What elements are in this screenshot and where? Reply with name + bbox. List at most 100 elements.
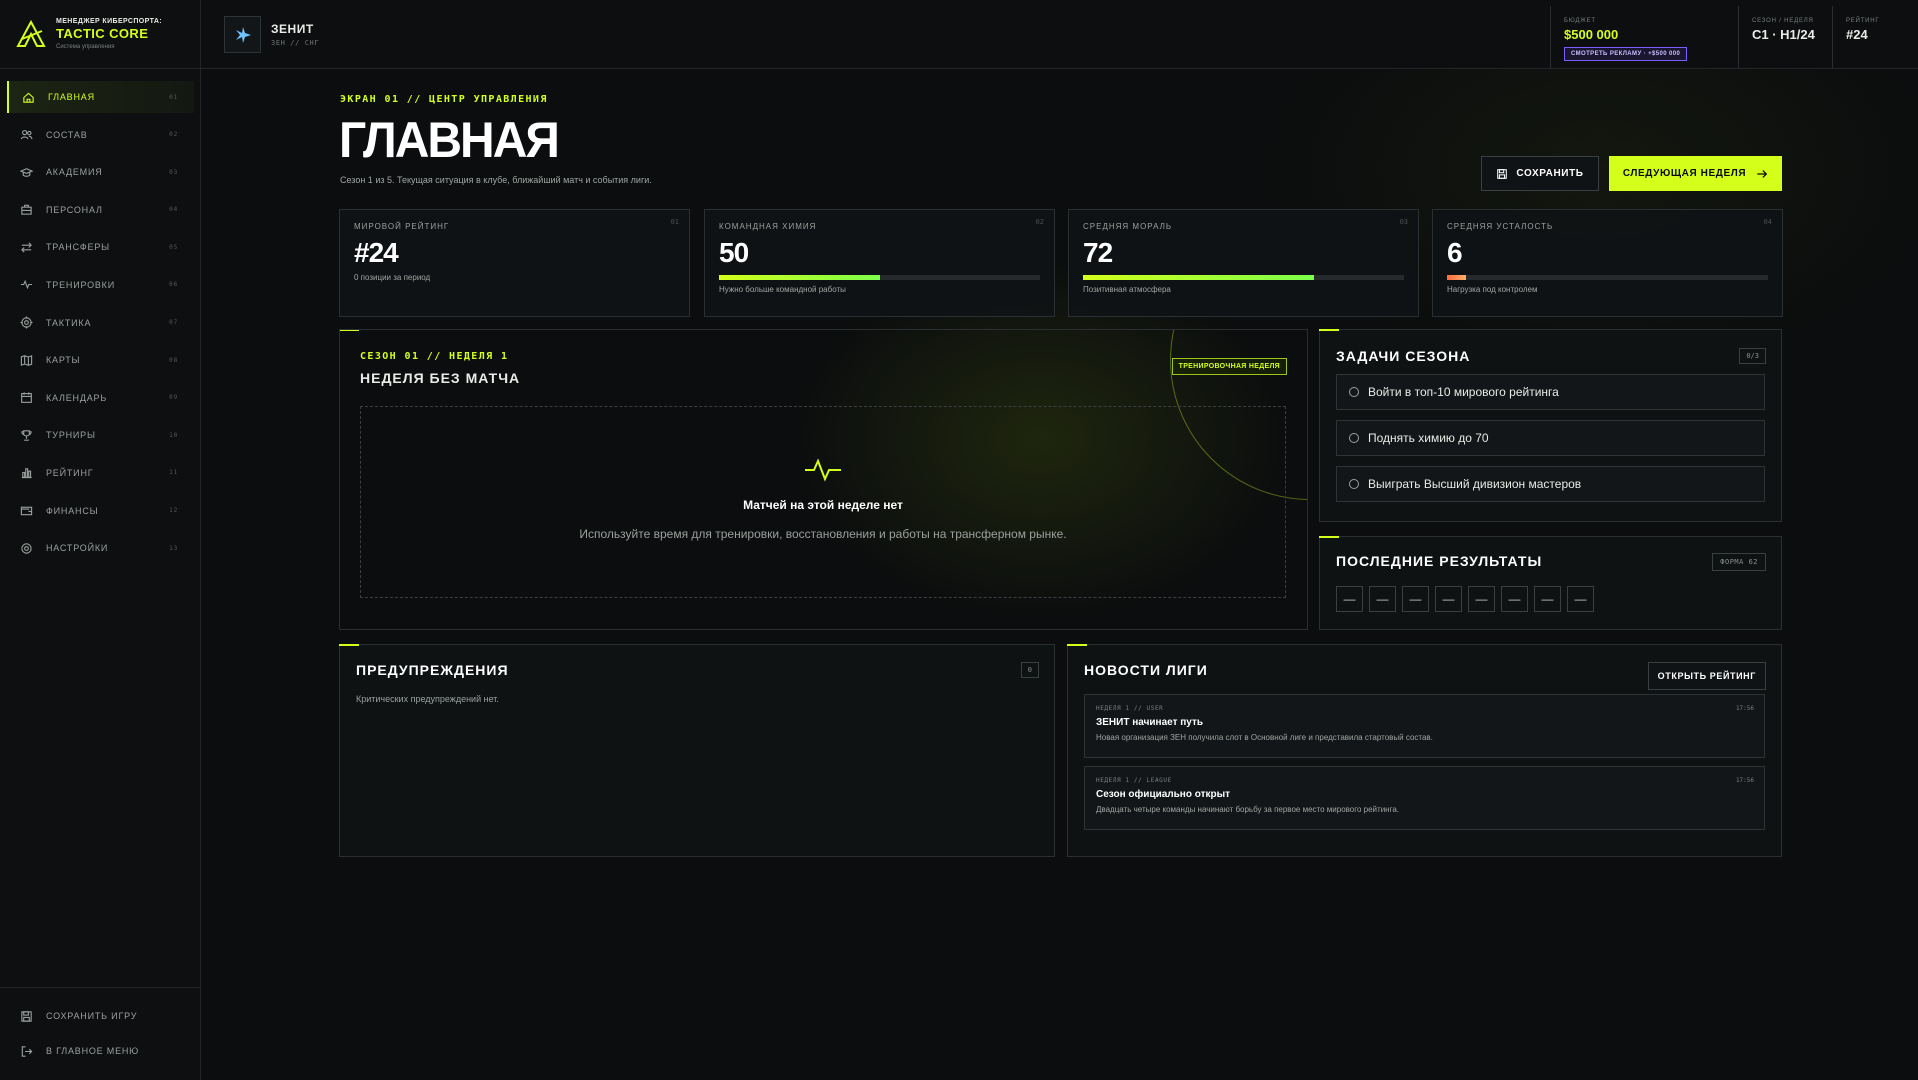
next-week-label: СЛЕДУЮЩАЯ НЕДЕЛЯ	[1622, 168, 1747, 179]
sidebar-item-roster[interactable]: СОСТАВ 02	[7, 119, 194, 151]
arrow-right-icon	[1757, 169, 1768, 178]
sidebar-item-calendar[interactable]: КАЛЕНДАРЬ 09	[7, 382, 194, 414]
kpi-number: 04	[1763, 218, 1772, 226]
warnings-count-badge: 0	[1020, 662, 1039, 678]
season-label: СЕЗОН / НЕДЕЛЯ	[1752, 18, 1814, 24]
rating-label: РЕЙТИНГ	[1846, 18, 1880, 24]
sidebar-item-home[interactable]: ГЛАВНАЯ 01	[7, 81, 194, 113]
kpi-note: Позитивная атмосфера	[1083, 285, 1171, 294]
season-block: СЕЗОН / НЕДЕЛЯ С1 · Н1/24	[1738, 6, 1832, 68]
warnings-title: ПРЕДУПРЕЖДЕНИЯ	[356, 662, 509, 678]
save-icon	[1497, 168, 1508, 179]
budget-label: БЮДЖЕТ	[1564, 18, 1596, 24]
result-box: —	[1369, 586, 1396, 612]
league-news-panel: НОВОСТИ ЛИГИ ОТКРЫТЬ РЕЙТИНГ НЕДЕЛЯ 1 //…	[1067, 644, 1782, 857]
result-box: —	[1567, 586, 1594, 612]
goal-item[interactable]: Поднять химию до 70	[1336, 420, 1765, 456]
sidebar-item-number: 06	[169, 281, 178, 289]
sidebar-item-tactics[interactable]: ТАКТИКА 07	[7, 307, 194, 339]
sidebar-item-rating[interactable]: РЕЙТИНГ 11	[7, 457, 194, 489]
result-box: —	[1534, 586, 1561, 612]
sidebar-item-staff[interactable]: ПЕРСОНАЛ 04	[7, 194, 194, 226]
sidebar: МЕНЕДЖЕР КИБЕРСПОРТА: TACTIC CORE Систем…	[0, 0, 201, 1080]
page-title: ГЛАВНАЯ	[339, 112, 560, 169]
transfer-icon	[19, 240, 33, 254]
result-box: —	[1501, 586, 1528, 612]
main-menu-button[interactable]: В ГЛАВНОЕ МЕНЮ	[7, 1035, 194, 1067]
main-content: ЭКРАН 01 // ЦЕНТР УПРАВЛЕНИЯ ГЛАВНАЯ Сез…	[201, 69, 1918, 1080]
sidebar-item-academy[interactable]: АКАДЕМИЯ 03	[7, 156, 194, 188]
kpi-world-rating: МИРОВОЙ РЕЙТИНГ 01 #24 0 позиции за пери…	[339, 209, 690, 317]
budget-block: БЮДЖЕТ $500 000 СМОТРЕТЬ РЕКЛАМУ · +$500…	[1550, 6, 1738, 68]
panel-accent	[340, 330, 359, 331]
kpi-team-chemistry: КОМАНДНАЯ ХИМИЯ 02 50 Нужно больше коман…	[704, 209, 1055, 317]
kpi-number: 01	[670, 218, 679, 226]
club-logo-icon	[224, 16, 261, 53]
goal-text: Выиграть Высший дивизион мастеров	[1368, 477, 1582, 491]
kpi-number: 02	[1035, 218, 1044, 226]
result-box: —	[1468, 586, 1495, 612]
news-item[interactable]: НЕДЕЛЯ 1 // LEAGUE 17:56 Сезон официальн…	[1084, 766, 1765, 830]
no-match-subtitle: Используйте время для тренировки, восста…	[579, 527, 1067, 541]
watch-ad-button[interactable]: СМОТРЕТЬ РЕКЛАМУ · +$500 000	[1564, 47, 1688, 61]
kpi-label: СРЕДНЯЯ МОРАЛЬ	[1083, 222, 1173, 231]
logout-icon	[19, 1044, 33, 1058]
sidebar-item-number: 13	[169, 544, 178, 552]
kpi-label: СРЕДНЯЯ УСТАЛОСТЬ	[1447, 222, 1554, 231]
goal-item[interactable]: Войти в топ-10 мирового рейтинга	[1336, 374, 1765, 410]
page-subtitle: Сезон 1 из 5. Текущая ситуация в клубе, …	[340, 175, 652, 185]
sidebar-item-number: 09	[169, 394, 178, 402]
sidebar-item-maps[interactable]: КАРТЫ 08	[7, 344, 194, 376]
bar-chart-icon	[19, 466, 33, 480]
home-icon	[21, 90, 35, 104]
kpi-progress-fill	[1083, 275, 1315, 280]
radio-icon	[1349, 387, 1359, 397]
kpi-progress-bar	[1447, 275, 1768, 280]
sidebar-item-number: 10	[169, 431, 178, 439]
sidebar-item-tournaments[interactable]: ТУРНИРЫ 10	[7, 419, 194, 451]
open-rating-button[interactable]: ОТКРЫТЬ РЕЙТИНГ	[1647, 662, 1766, 690]
brand-tagline: Система управления	[56, 44, 115, 50]
sidebar-item-label: АКАДЕМИЯ	[46, 167, 103, 178]
week-panel: СЕЗОН 01 // НЕДЕЛЯ 1 НЕДЕЛЯ БЕЗ МАТЧА ТР…	[339, 329, 1308, 630]
training-week-badge: ТРЕНИРОВОЧНАЯ НЕДЕЛЯ	[1171, 358, 1287, 375]
kpi-note: Нужно больше командной работы	[719, 285, 846, 294]
save-game-label: СОХРАНИТЬ ИГРУ	[46, 1011, 138, 1021]
season-goals-panel: ЗАДАЧИ СЕЗОНА 0/3 Войти в топ-10 мировог…	[1319, 329, 1782, 522]
rating-block: РЕЙТИНГ #24	[1832, 6, 1918, 68]
goal-text: Войти в топ-10 мирового рейтинга	[1368, 385, 1559, 399]
sidebar-item-settings[interactable]: НАСТРОЙКИ 13	[7, 532, 194, 564]
no-match-title: Матчей на этой неделе нет	[743, 498, 903, 512]
calendar-icon	[19, 391, 33, 405]
graduation-icon	[19, 165, 33, 179]
kpi-average-morale: СРЕДНЯЯ МОРАЛЬ 03 72 Позитивная атмосфер…	[1068, 209, 1419, 317]
logo-icon	[16, 19, 46, 47]
sidebar-item-label: ПЕРСОНАЛ	[46, 204, 103, 215]
week-kicker: СЕЗОН 01 // НЕДЕЛЯ 1	[360, 351, 509, 362]
target-icon	[19, 316, 33, 330]
sidebar-item-training[interactable]: ТРЕНИРОВКИ 06	[7, 269, 194, 301]
brand: МЕНЕДЖЕР КИБЕРСПОРТА: TACTIC CORE Систем…	[0, 0, 200, 69]
season-value: С1 · Н1/24	[1752, 27, 1815, 42]
goal-item[interactable]: Выиграть Высший дивизион мастеров	[1336, 466, 1765, 502]
result-box: —	[1336, 586, 1363, 612]
radio-icon	[1349, 479, 1359, 489]
goal-text: Поднять химию до 70	[1368, 431, 1489, 445]
sidebar-item-number: 03	[169, 168, 178, 176]
sidebar-item-transfers[interactable]: ТРАНСФЕРЫ 05	[7, 231, 194, 263]
sidebar-item-label: ТРАНСФЕРЫ	[46, 242, 110, 253]
kpi-value: 72	[1083, 237, 1113, 268]
sidebar-item-number: 01	[169, 93, 178, 101]
save-button[interactable]: СОХРАНИТЬ	[1481, 156, 1599, 191]
form-badge: ФОРМА 62	[1712, 553, 1766, 571]
sidebar-item-finances[interactable]: ФИНАНСЫ 12	[7, 495, 194, 527]
sidebar-item-label: ТУРНИРЫ	[46, 430, 96, 441]
kpi-note: Нагрузка под контролем	[1447, 285, 1538, 294]
club-name: ЗЕНИТ	[271, 22, 314, 36]
news-item[interactable]: НЕДЕЛЯ 1 // USER 17:56 ЗЕНИТ начинает пу…	[1084, 694, 1765, 758]
next-week-button[interactable]: СЛЕДУЮЩАЯ НЕДЕЛЯ	[1609, 156, 1782, 191]
sidebar-item-number: 12	[169, 507, 178, 515]
save-game-button[interactable]: СОХРАНИТЬ ИГРУ	[7, 1000, 194, 1032]
season-goals-title: ЗАДАЧИ СЕЗОНА	[1336, 348, 1471, 364]
recent-results-panel: ПОСЛЕДНИЕ РЕЗУЛЬТАТЫ ФОРМА 62 — — — — — …	[1319, 536, 1782, 630]
